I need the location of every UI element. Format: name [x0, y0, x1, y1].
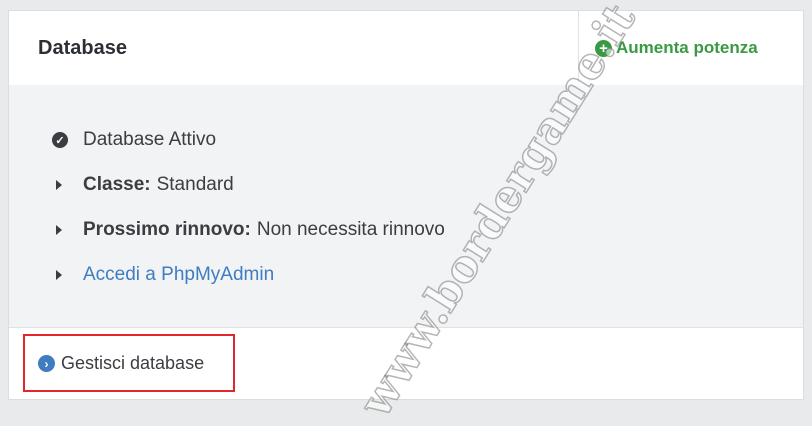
- classe-item: Classe: Standard: [51, 174, 234, 196]
- phpmyadmin-item: Accedi a PhpMyAdmin: [51, 264, 274, 286]
- caret-right-icon: [56, 180, 62, 190]
- header-divider: [578, 11, 579, 85]
- card-header: Database + Aumenta potenza: [9, 11, 803, 86]
- classe-value: Standard: [156, 174, 234, 195]
- rinnovo-item: Prossimo rinnovo: Non necessita rinnovo: [51, 219, 445, 241]
- upgrade-power-button[interactable]: + Aumenta potenza: [595, 38, 758, 58]
- manage-database-label: Gestisci database: [61, 353, 205, 373]
- classe-label: Classe:: [83, 174, 151, 195]
- phpmyadmin-link[interactable]: Accedi a PhpMyAdmin: [83, 264, 274, 286]
- caret-right-icon: [56, 270, 62, 280]
- card-body: ✓ Database Attivo Classe: Standard Pross…: [9, 85, 803, 327]
- caret-right-icon: [56, 225, 62, 235]
- rinnovo-value: Non necessita rinnovo: [256, 219, 445, 240]
- rinnovo-label: Prossimo rinnovo:: [83, 219, 251, 240]
- status-item: ✓ Database Attivo: [51, 129, 216, 151]
- plus-circle-icon: +: [595, 39, 612, 57]
- database-card: Database + Aumenta potenza ✓ Database At…: [8, 10, 804, 400]
- check-circle-icon: ✓: [52, 132, 68, 148]
- chevron-circle-right-icon: ›: [38, 355, 55, 372]
- manage-database-button[interactable]: › Gestisci database: [38, 353, 204, 374]
- card-footer: › Gestisci database: [9, 327, 803, 399]
- status-text: Database Attivo: [83, 129, 217, 150]
- card-title: Database: [38, 37, 127, 59]
- upgrade-power-label: Aumenta potenza: [616, 38, 758, 57]
